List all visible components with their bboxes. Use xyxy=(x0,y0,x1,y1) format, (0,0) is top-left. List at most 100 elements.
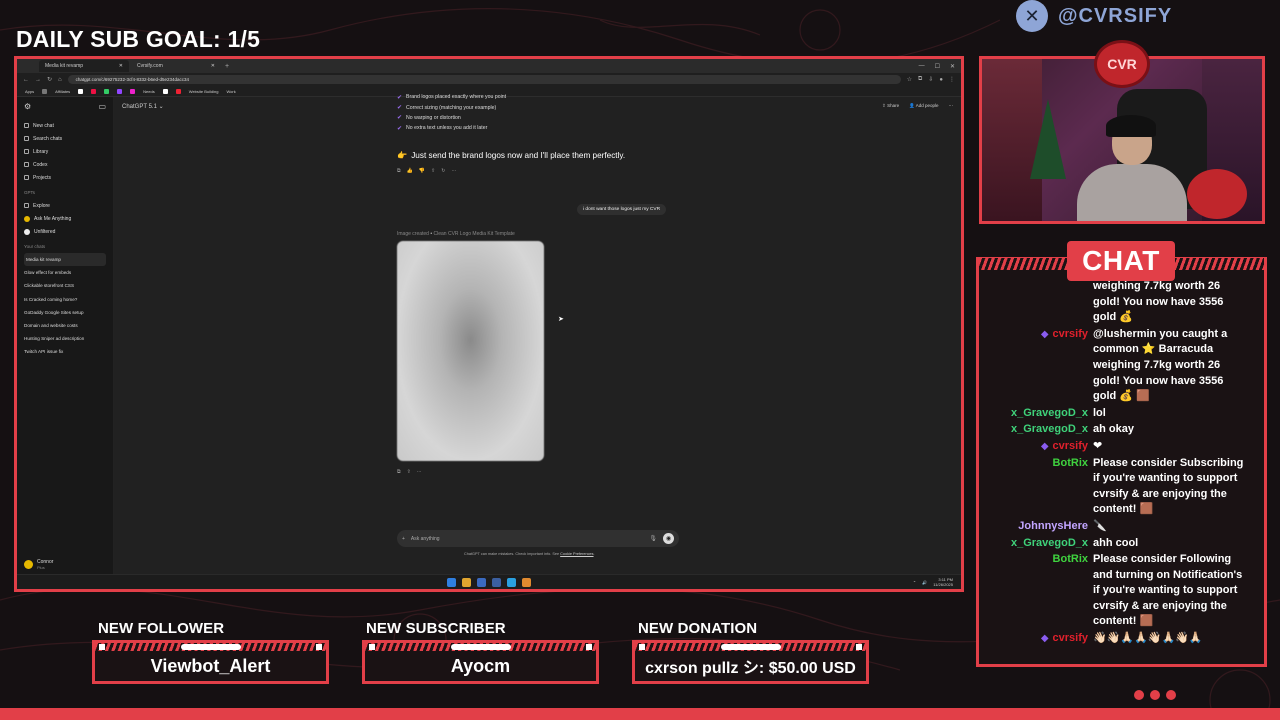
alert-title: NEW FOLLOWER xyxy=(98,620,225,637)
gpt-avatar-icon xyxy=(24,215,30,222)
x-bookmark-icon[interactable] xyxy=(78,88,84,94)
chat-message: weighing 7.7kg worth 26 gold! You now ha… xyxy=(979,279,1264,326)
extensions-icon[interactable]: ⧉ xyxy=(918,76,922,83)
bookmark-icon[interactable] xyxy=(130,88,136,94)
sidebar-gpt-ask-me-anything[interactable]: Ask Me Anything xyxy=(24,212,106,225)
microphone-icon[interactable]: 🎙 xyxy=(649,535,657,542)
steam-icon[interactable] xyxy=(492,577,501,587)
file-explorer-icon[interactable] xyxy=(477,577,486,587)
user-profile[interactable]: Connor Plus xyxy=(24,559,53,570)
volume-icon[interactable]: 🔊 xyxy=(922,580,927,585)
address-bar[interactable]: chatgpt.com/c/69275232-3cf4-8332-b6ed-d5… xyxy=(67,75,901,84)
chat-username[interactable]: x_GravegoD_x xyxy=(979,422,1093,438)
check-icon: ✔ xyxy=(397,105,403,112)
sidebar-chat[interactable]: Clickable storefront CSS xyxy=(24,279,106,292)
sidebar-item-new-chat[interactable]: New chat xyxy=(24,119,106,132)
bookmark-work[interactable]: Work xyxy=(226,89,235,94)
reload-icon[interactable]: ↻ xyxy=(47,76,52,83)
cookie-preferences-link[interactable]: Cookie Preferences xyxy=(560,552,593,556)
alert-title: NEW SUBSCRIBER xyxy=(366,620,506,637)
sidebar-item-library[interactable]: Library xyxy=(24,145,106,158)
start-icon[interactable] xyxy=(447,577,456,587)
sidebar-chat[interactable]: Domain and website costs xyxy=(24,319,106,332)
check-item: ✔ No extra text unless you add it later xyxy=(397,125,488,132)
bookmark-affiliates[interactable]: Affiliates xyxy=(55,89,70,94)
sidebar-chat[interactable]: Glow effect for embeds xyxy=(24,266,106,279)
thumbs-down-icon[interactable]: 👎 xyxy=(419,168,425,174)
sidebar-chat[interactable]: GoDaddy Google Sites setup xyxy=(24,306,106,319)
model-selector[interactable]: ChatGPT 5.1 ⌄ xyxy=(122,103,164,110)
chat-message: BotRix Please consider Subscribing if you… xyxy=(979,456,1264,518)
chat-panel: weighing 7.7kg worth 26 gold! You now ha… xyxy=(976,257,1267,667)
back-icon[interactable]: ← xyxy=(23,77,29,83)
composer-input[interactable]: Ask anything xyxy=(411,536,440,542)
chat-message: x_GravegoD_x ah okay xyxy=(979,422,1264,438)
star-icon[interactable]: ☆ xyxy=(907,76,912,83)
forward-icon[interactable]: → xyxy=(35,77,41,83)
add-people-button[interactable]: 👤 Add people xyxy=(909,103,938,109)
chat-message: ◆ cvrsify ❤ xyxy=(979,439,1264,455)
more-icon[interactable]: ⋯ xyxy=(451,168,456,174)
sidebar-chat[interactable]: Is Cracked coming home? xyxy=(24,293,106,306)
sidebar-gpt-unfiltered[interactable]: Unfiltered xyxy=(24,225,106,238)
sidebar-toggle-icon[interactable]: ▭ xyxy=(98,102,106,111)
sidebar-chat[interactable]: Hunting Sniper ad description xyxy=(24,332,106,345)
thumbs-up-icon[interactable]: 👍 xyxy=(407,168,413,174)
copy-icon[interactable]: ⧉ xyxy=(397,168,401,174)
chevron-down-icon: ⌄ xyxy=(158,104,164,110)
generated-image[interactable] xyxy=(397,241,544,461)
download-icon[interactable]: ⇩ xyxy=(928,76,933,83)
minimize-icon[interactable]: — xyxy=(919,63,925,70)
plus-icon[interactable]: + xyxy=(402,536,405,542)
grid-icon xyxy=(24,203,29,208)
chrome-icon[interactable] xyxy=(462,577,471,587)
bookmark-icon[interactable] xyxy=(104,88,110,94)
composer[interactable]: + Ask anything 🎙 ◉ xyxy=(397,530,679,547)
bookmark-apps[interactable]: Apps xyxy=(25,89,34,94)
sidebar-chat[interactable]: Media kit revamp xyxy=(24,253,106,267)
tab-media-kit[interactable]: Media kit revamp ✕ xyxy=(39,60,129,72)
chat-username[interactable]: BotRix xyxy=(979,552,1093,630)
close-icon[interactable]: ✕ xyxy=(950,63,955,70)
sidebar-item-codex[interactable]: Codex xyxy=(24,158,106,171)
bookmark-website-building[interactable]: Website Building xyxy=(189,89,219,94)
more-icon[interactable]: ⋯ xyxy=(417,469,422,475)
chat-username[interactable]: ◆ cvrsify xyxy=(979,631,1093,647)
chat-username[interactable]: x_GravegoD_x xyxy=(979,406,1093,422)
voice-mode-button[interactable]: ◉ xyxy=(663,533,674,544)
share-icon[interactable]: ⇪ xyxy=(431,168,435,174)
check-item: ✔ Brand logos placed exactly where you po… xyxy=(397,94,507,101)
openai-logo-icon[interactable]: ⚙ xyxy=(24,102,31,111)
chat-username[interactable]: BotRix xyxy=(979,456,1093,518)
bookmark-icon[interactable] xyxy=(42,88,48,94)
chat-username[interactable]: ◆ cvrsify xyxy=(979,327,1093,405)
home-icon[interactable]: ⌂ xyxy=(58,77,62,83)
sidebar-chat[interactable]: Twitch API issue fix xyxy=(24,345,106,358)
more-icon[interactable]: ⋯ xyxy=(949,103,954,109)
sidebar-gpt-explore[interactable]: Explore xyxy=(24,199,106,212)
maximize-icon[interactable]: ☐ xyxy=(935,63,940,70)
bookmark-icon[interactable] xyxy=(175,88,181,94)
chat-username[interactable]: ◆ cvrsify xyxy=(979,439,1093,455)
youtube-bookmark-icon[interactable] xyxy=(91,88,97,94)
twitch-bookmark-icon[interactable] xyxy=(117,88,123,94)
bookmark-icon[interactable] xyxy=(162,88,168,94)
menu-icon[interactable]: ⋮ xyxy=(949,76,955,83)
bookmark-needs[interactable]: Needs xyxy=(143,89,155,94)
copy-icon[interactable]: ⧉ xyxy=(397,469,401,475)
share-icon[interactable]: ⇪ xyxy=(407,469,411,475)
profile-icon[interactable]: ● xyxy=(939,77,943,83)
app-icon[interactable] xyxy=(522,577,531,587)
chat-username[interactable]: x_GravegoD_x xyxy=(979,536,1093,552)
sidebar-item-projects[interactable]: Projects xyxy=(24,171,106,184)
regenerate-icon[interactable]: ↻ xyxy=(441,168,445,174)
app-icon[interactable] xyxy=(507,577,516,587)
broadcaster-badge-icon: ◆ xyxy=(1040,440,1049,452)
tray-chevron-icon[interactable]: ⌃ xyxy=(913,580,916,585)
chat-username[interactable]: JohnnysHere xyxy=(979,519,1093,535)
tab-cvrsify[interactable]: Cvrsify.com ✕ xyxy=(131,60,221,72)
chat-username[interactable] xyxy=(979,279,1093,326)
new-tab-icon[interactable]: + xyxy=(225,63,229,70)
sidebar-item-search[interactable]: Search chats xyxy=(24,132,106,145)
share-button[interactable]: ⇪ Share xyxy=(882,103,899,109)
